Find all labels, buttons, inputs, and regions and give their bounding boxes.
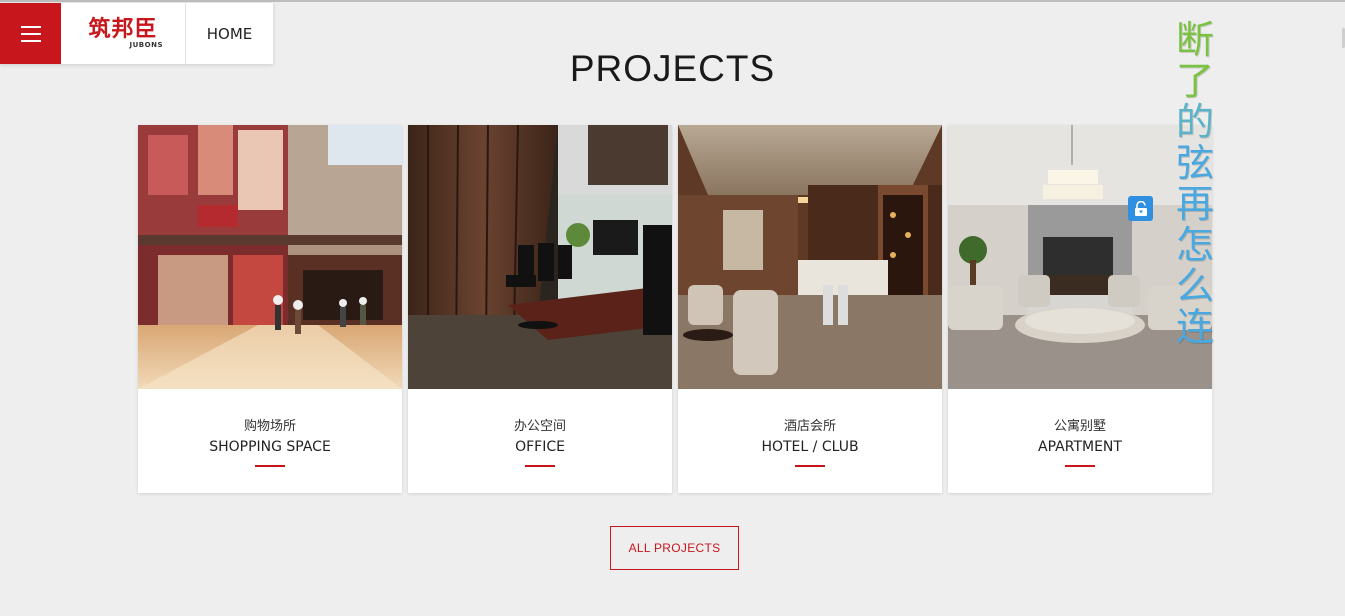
logo-cn: 筑邦臣 <box>88 16 158 42</box>
overlay-char: 断 <box>1175 18 1214 62</box>
project-cards: 购物场所 SHOPPING SPACE 办公空间 OFFICE 酒店会所 HOT… <box>138 125 1212 493</box>
overlay-char: 连 <box>1175 305 1214 349</box>
hamburger-line <box>20 39 41 42</box>
overlay-char: 了 <box>1175 59 1214 103</box>
overlay-char: 么 <box>1175 264 1214 308</box>
project-image-shopping <box>138 125 402 389</box>
overlay-char: 弦 <box>1175 141 1214 185</box>
project-card-shopping[interactable]: 购物场所 SHOPPING SPACE <box>138 125 402 493</box>
accent-divider <box>255 465 285 467</box>
section-title: PROJECTS <box>569 48 776 89</box>
hamburger-line <box>20 32 41 35</box>
accent-divider <box>795 465 825 467</box>
project-title-en: OFFICE <box>515 439 565 455</box>
accent-divider <box>525 465 555 467</box>
project-image-office <box>408 125 672 389</box>
project-title-en: HOTEL / CLUB <box>761 439 859 455</box>
all-projects-button[interactable]: ALL PROJECTS <box>610 526 739 570</box>
accent-divider <box>1065 465 1095 467</box>
project-caption: 办公空间 OFFICE <box>408 389 672 467</box>
project-title-cn: 办公空间 <box>513 419 566 434</box>
project-title-en: SHOPPING SPACE <box>209 439 331 455</box>
project-title-cn: 公寓别墅 <box>1053 419 1106 434</box>
overlay-char: 怎 <box>1175 223 1214 267</box>
overlay-char: 的 <box>1175 100 1214 144</box>
project-card-office[interactable]: 办公空间 OFFICE <box>408 125 672 493</box>
lyrics-overlay: 断 了 的 弦 再 怎 么 连 <box>1170 20 1220 348</box>
project-card-hotel[interactable]: 酒店会所 HOTEL / CLUB <box>678 125 942 493</box>
project-caption: 购物场所 SHOPPING SPACE <box>138 389 402 467</box>
project-caption: 公寓别墅 APARTMENT <box>948 389 1212 467</box>
overlay-char: 再 <box>1175 182 1214 226</box>
project-title-cn: 酒店会所 <box>783 419 836 434</box>
unlock-icon[interactable] <box>1128 196 1153 221</box>
hamburger-menu-icon <box>20 25 41 28</box>
project-title-cn: 购物场所 <box>243 419 296 434</box>
project-image-hotel <box>678 125 942 389</box>
project-title-en: APARTMENT <box>1038 439 1122 455</box>
project-caption: 酒店会所 HOTEL / CLUB <box>678 389 942 467</box>
